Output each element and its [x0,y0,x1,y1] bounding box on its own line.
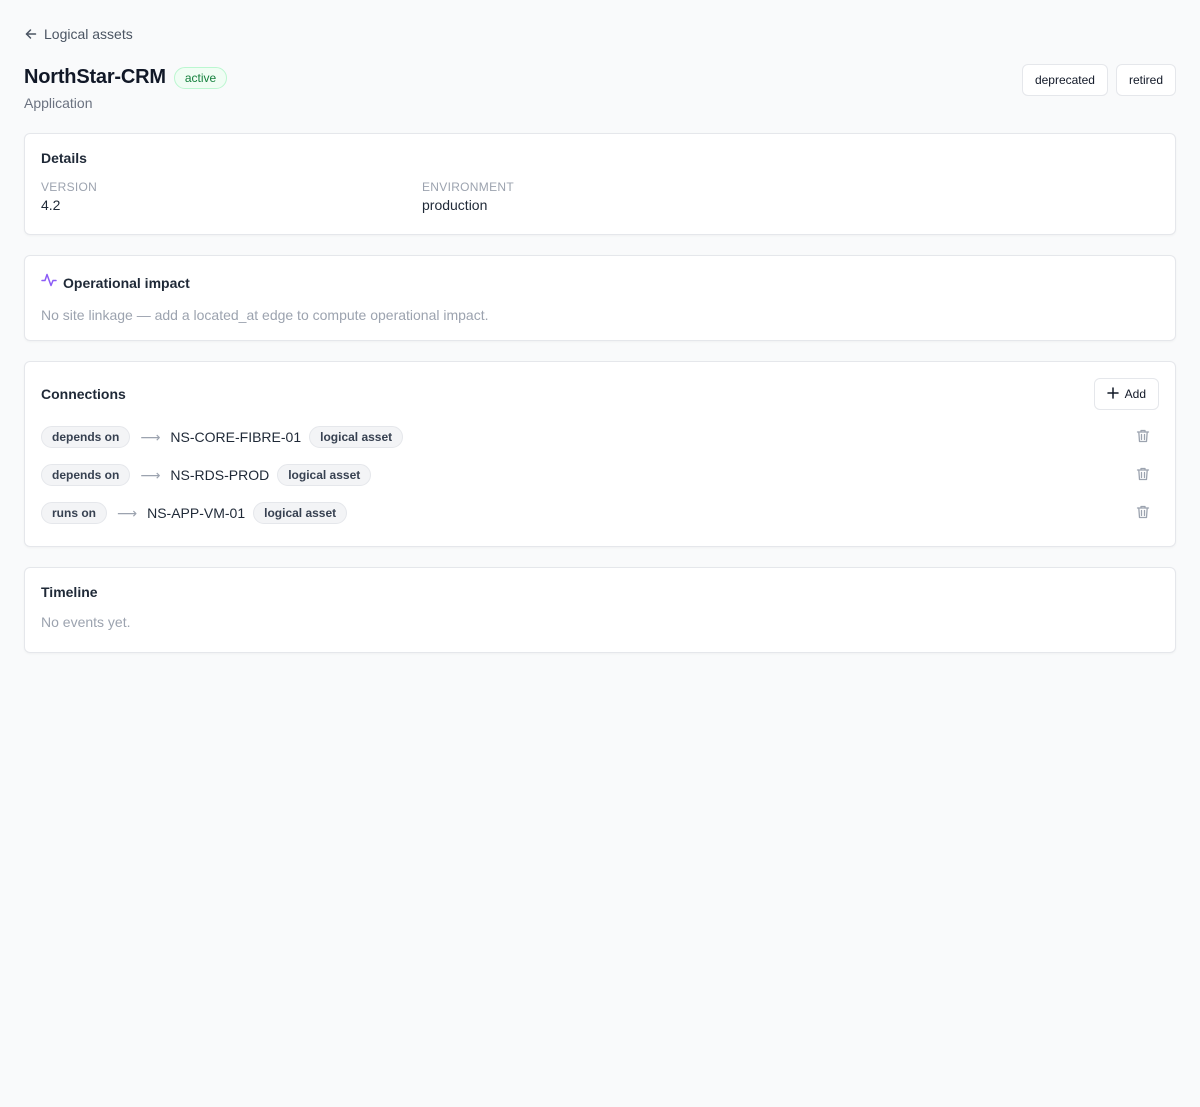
connections-card: Connections Add depends on ⟶ NS-CORE-FIB… [24,361,1176,547]
connection-row: depends on ⟶ NS-RDS-PROD logical asset [41,456,1159,494]
connection-target[interactable]: NS-APP-VM-01 [147,505,245,521]
arrow-right-icon: ⟶ [117,504,138,521]
add-connection-button[interactable]: Add [1093,378,1159,410]
timeline-empty: No events yet. [41,614,131,630]
activity-icon [41,272,57,293]
kind-chip: logical asset [309,426,404,448]
environment-field: ENVIRONMENT production [422,180,1159,213]
connection-row: runs on ⟶ NS-APP-VM-01 logical asset [41,494,1159,532]
trash-icon [1135,504,1151,523]
trash-icon [1135,466,1151,485]
connection-info: depends on ⟶ NS-RDS-PROD logical asset [41,464,372,486]
status-actions: deprecated retired [1021,64,1176,96]
back-link-label: Logical assets [44,26,133,42]
asset-detail-page: Logical assets NorthStar-CRM active Appl… [0,0,1200,653]
connection-info: depends on ⟶ NS-CORE-FIBRE-01 logical as… [41,426,404,448]
connections-title: Connections [41,386,126,402]
impact-header: Operational impact [41,272,1159,293]
connection-target[interactable]: NS-RDS-PROD [170,467,269,483]
connection-row: depends on ⟶ NS-CORE-FIBRE-01 logical as… [41,418,1159,456]
trash-icon [1135,428,1151,447]
delete-connection-button[interactable] [1131,463,1155,487]
relation-chip: runs on [41,502,107,524]
arrow-left-icon [24,27,38,41]
connections-list: depends on ⟶ NS-CORE-FIBRE-01 logical as… [41,418,1159,532]
retired-button[interactable]: retired [1115,64,1176,96]
timeline-title: Timeline [41,584,98,600]
version-label: VERSION [41,180,98,194]
environment-value: production [422,197,488,213]
connection-target[interactable]: NS-CORE-FIBRE-01 [170,429,301,445]
asset-type: Application [24,95,93,111]
timeline-card: Timeline No events yet. [24,567,1176,653]
arrow-right-icon: ⟶ [140,428,161,445]
kind-chip: logical asset [277,464,372,486]
impact-message: No site linkage — add a located_at edge … [41,307,489,323]
title-block: NorthStar-CRM active Application [24,66,228,111]
impact-title: Operational impact [63,274,190,291]
details-card: Details VERSION 4.2 ENVIRONMENT producti… [24,133,1176,235]
impact-card: Operational impact No site linkage — add… [24,255,1176,341]
delete-connection-button[interactable] [1131,501,1155,525]
title-row: NorthStar-CRM active [24,66,228,89]
relation-chip: depends on [41,426,131,448]
delete-connection-button[interactable] [1131,425,1155,449]
status-badge: active [173,66,228,89]
add-connection-label: Add [1124,387,1146,401]
details-grid: VERSION 4.2 ENVIRONMENT production [41,180,1159,213]
back-link[interactable]: Logical assets [24,24,133,44]
connections-header: Connections Add [41,378,1159,410]
environment-label: ENVIRONMENT [422,180,514,194]
page-header: NorthStar-CRM active Application depreca… [24,64,1176,111]
details-title: Details [41,150,87,166]
plus-icon [1106,386,1119,402]
connection-info: runs on ⟶ NS-APP-VM-01 logical asset [41,502,348,524]
kind-chip: logical asset [253,502,348,524]
version-value: 4.2 [41,197,61,213]
page-title: NorthStar-CRM [24,66,166,88]
deprecated-button[interactable]: deprecated [1021,64,1108,96]
relation-chip: depends on [41,464,131,486]
version-field: VERSION 4.2 [41,180,422,213]
arrow-right-icon: ⟶ [140,466,161,483]
